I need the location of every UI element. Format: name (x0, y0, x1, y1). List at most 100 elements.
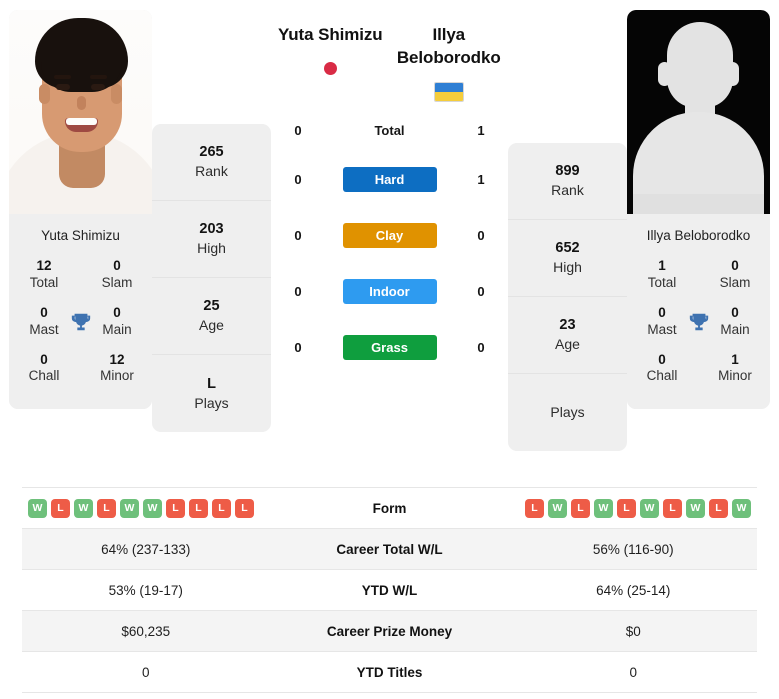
right-high-cell: 652 High (508, 220, 627, 297)
left-rank-label: Rank (195, 163, 228, 180)
left-rank-column: 265 Rank 203 High 25 Age L Plays (152, 10, 271, 432)
right-player-name[interactable]: Illya Beloborodko (390, 24, 509, 70)
right-rank-label: Rank (551, 182, 584, 199)
ukraine-flag-icon (390, 80, 509, 104)
left-plays-value: L (207, 375, 216, 392)
stats-row-career-total-wl: 64% (237-133) Career Total W/L 56% (116-… (22, 529, 757, 570)
right-slam-label: Slam (719, 274, 751, 290)
right-age-value: 23 (559, 317, 576, 334)
right-plays-label: Plays (550, 404, 585, 421)
left-total-titles: 12 Total (23, 258, 65, 292)
form-badge-w: W (28, 498, 47, 518)
left-main-value: 0 (113, 304, 121, 320)
right-titles-row-2: 0 Mast 0 Main (635, 302, 762, 349)
right-rank-cell: 899 Rank (508, 143, 627, 220)
h2h-total-left-score: 0 (294, 123, 302, 139)
left-player-card[interactable]: Yuta Shimizu 12 Total 0 Slam 0 Mast 0 Ma… (9, 10, 152, 410)
form-badge-w: W (640, 498, 659, 518)
left-age-cell: 25 Age (152, 278, 271, 355)
right-career-prize-money: $0 (625, 623, 641, 639)
left-minor-titles: 12 Minor (96, 352, 138, 386)
left-ytd-wl: 53% (19-17) (108, 582, 183, 598)
h2h-clay-right-score: 0 (477, 228, 485, 244)
left-slam-titles: 0 Slam (96, 258, 138, 292)
stats-row-form: WLWLWWLLLL Form LWLWLWLWLW (22, 488, 757, 529)
right-age-label: Age (555, 336, 580, 353)
h2h-total-label-wrap: Total (325, 123, 454, 138)
right-slam-titles: 0 Slam (714, 258, 756, 292)
right-mast-titles: 0 Mast (641, 305, 683, 339)
left-main-titles: 0 Main (96, 305, 138, 339)
left-player-photo-column: Yuta Shimizu 12 Total 0 Slam 0 Mast 0 Ma… (0, 10, 152, 410)
right-ytd-wl: 64% (25-14) (596, 582, 671, 598)
right-high-value: 652 (555, 240, 580, 257)
surface-pill-indoor[interactable]: Indoor (342, 279, 437, 305)
trophy-icon (683, 311, 714, 333)
left-slam-label: Slam (101, 274, 133, 290)
h2h-row-indoor: 0 Indoor 0 (271, 264, 508, 320)
surface-pill-clay[interactable]: Clay (342, 223, 437, 249)
right-age-cell: 23 Age (508, 297, 627, 374)
left-titles-row-3: 0 Chall 12 Minor (17, 349, 144, 396)
surface-pill-grass[interactable]: Grass (342, 335, 437, 361)
left-rank-card: 265 Rank 203 High 25 Age L Plays (152, 124, 271, 432)
h2h-indoor-pill-wrap: Indoor (325, 279, 454, 305)
left-high-cell: 203 High (152, 201, 271, 278)
right-form-badges: LWLWLWLWLW (510, 498, 758, 518)
left-minor-label: Minor (100, 368, 134, 384)
left-titles-row-2: 0 Mast 0 Main (17, 302, 144, 349)
form-badge-l: L (235, 498, 254, 518)
h2h-indoor-left-score: 0 (294, 284, 302, 300)
right-minor-value: 1 (731, 351, 739, 367)
h2h-clay-pill-wrap: Clay (325, 223, 454, 249)
form-badge-l: L (212, 498, 231, 518)
h2h-grass-right-score: 0 (477, 340, 485, 356)
right-chall-value: 0 (658, 351, 666, 367)
stats-label-ytd-titles: YTD Titles (356, 664, 423, 680)
form-badge-l: L (97, 498, 116, 518)
player-comparison-page: Yuta Shimizu 12 Total 0 Slam 0 Mast 0 Ma… (0, 0, 779, 699)
right-total-label: Total (647, 274, 677, 290)
surface-pill-hard[interactable]: Hard (342, 167, 437, 193)
stats-label-career-prize-money: Career Prize Money (326, 623, 453, 639)
left-high-value: 203 (199, 221, 224, 238)
left-rank-value: 265 (199, 144, 224, 161)
right-chall-titles: 0 Chall (641, 352, 683, 386)
right-player-card[interactable]: Illya Beloborodko 1 Total 0 Slam 0 Mast … (627, 10, 770, 410)
stats-label-career-total-wl: Career Total W/L (336, 541, 443, 557)
h2h-hard-left-score: 0 (294, 172, 302, 188)
left-chall-label: Chall (28, 368, 60, 384)
comparison-stats-table: WLWLWWLLLL Form LWLWLWLWLW 64% (237-133)… (22, 487, 757, 693)
h2h-row-total: 0 Total 1 (271, 110, 508, 152)
left-slam-value: 0 (113, 258, 121, 273)
form-badge-l: L (617, 498, 636, 518)
left-mast-titles: 0 Mast (23, 305, 65, 339)
right-rank-value: 899 (555, 163, 580, 180)
right-ytd-titles: 0 (629, 664, 637, 680)
h2h-grass-left-score: 0 (294, 340, 302, 356)
left-form-badges: WLWLWWLLLL (22, 498, 270, 518)
stats-row-career-prize-money: $60,235 Career Prize Money $0 (22, 611, 757, 652)
left-player-photo (9, 10, 152, 214)
left-player-name-block: Yuta Shimizu (271, 24, 390, 81)
right-mast-value: 0 (658, 304, 666, 320)
form-badge-w: W (120, 498, 139, 518)
left-age-label: Age (199, 317, 224, 334)
form-badge-w: W (74, 498, 93, 518)
right-minor-titles: 1 Minor (714, 352, 756, 386)
h2h-total-right-score: 1 (477, 123, 485, 139)
h2h-hard-pill-wrap: Hard (325, 167, 454, 193)
form-badge-w: W (732, 498, 751, 518)
right-titles-row-1: 1 Total 0 Slam (635, 255, 762, 302)
right-career-total-wl: 56% (116-90) (592, 541, 674, 557)
right-high-label: High (553, 259, 582, 276)
form-badge-l: L (189, 498, 208, 518)
left-career-total-wl: 64% (237-133) (101, 541, 191, 557)
right-minor-label: Minor (718, 368, 752, 384)
form-badge-w: W (686, 498, 705, 518)
left-player-titles-grid: 12 Total 0 Slam 0 Mast 0 Main 0 Chall 12… (9, 255, 152, 410)
head-to-head-rows: 0 Total 1 0 Hard 1 0 Clay 0 0 Indoor 0 0… (271, 110, 508, 376)
form-badge-w: W (594, 498, 613, 518)
left-player-name[interactable]: Yuta Shimizu (271, 24, 390, 47)
right-mast-label: Mast (647, 321, 677, 337)
